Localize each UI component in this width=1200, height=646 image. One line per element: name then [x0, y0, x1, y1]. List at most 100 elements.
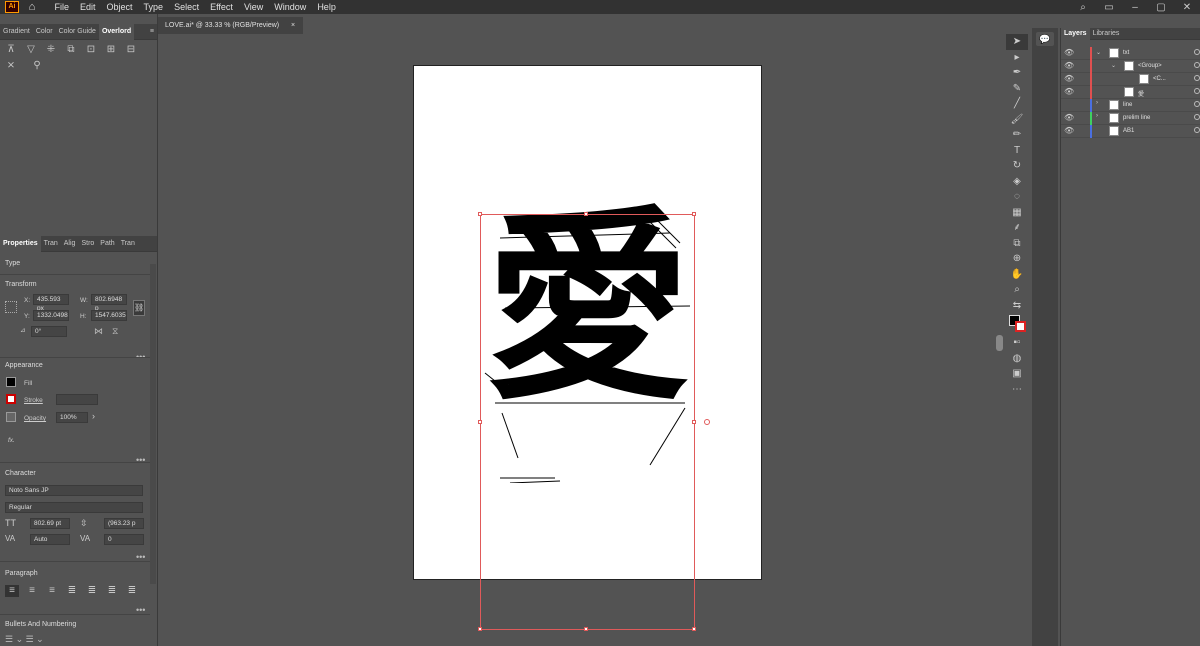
tab-pathfinder[interactable]: Path — [97, 240, 117, 247]
align-center-icon[interactable]: ≡ — [25, 585, 39, 597]
tab-properties[interactable]: Properties — [0, 235, 41, 252]
eraser-tool-icon[interactable]: ◈ — [1006, 174, 1028, 190]
zoom-tool-icon[interactable]: ⌕ — [1006, 282, 1028, 298]
chevron-right-icon[interactable]: › — [1096, 113, 1098, 119]
fill-swatch[interactable] — [6, 377, 16, 387]
gradient-tool-icon[interactable]: ▦ — [1006, 205, 1028, 221]
lasso-tool-icon[interactable]: ◌ — [1006, 189, 1028, 205]
hand-tool-icon[interactable]: ✋ — [1006, 267, 1028, 283]
tab-transparency[interactable]: Tran — [41, 240, 61, 247]
target-icon[interactable] — [1194, 114, 1200, 120]
leading-field[interactable]: (963.23 p — [104, 518, 144, 529]
selection-handle[interactable] — [478, 212, 482, 216]
menu-view[interactable]: View — [238, 2, 268, 12]
layer-row[interactable]: › line — [1061, 99, 1200, 112]
rotate-tool-icon[interactable]: ↻ — [1006, 158, 1028, 174]
bullets-list-icon[interactable]: ☰ ⌄ ☰ ⌄ — [5, 634, 44, 645]
chevron-right-icon[interactable]: › — [92, 411, 95, 421]
justify-left-icon[interactable]: ≣ — [65, 585, 79, 597]
tab-gradient[interactable]: Gradient — [0, 28, 33, 35]
tab-overlord[interactable]: Overlord — [98, 23, 135, 40]
direct-selection-tool-icon[interactable]: ▸ — [1006, 50, 1028, 66]
overlord-cross-icon[interactable]: ⨯ — [4, 60, 18, 72]
close-icon[interactable]: ✕ — [1174, 2, 1200, 13]
tab-stroke[interactable]: Stro — [78, 240, 97, 247]
opacity-label[interactable]: Opacity — [24, 415, 46, 422]
pen-tool-icon[interactable]: ✒ — [1006, 65, 1028, 81]
reference-point-icon[interactable] — [5, 301, 17, 313]
edit-toolbar-icon[interactable]: ⋯ — [1006, 382, 1028, 398]
properties-scrollbar[interactable] — [150, 264, 156, 584]
visibility-eye-icon[interactable]: 👁 — [1064, 87, 1074, 96]
selection-handle[interactable] — [478, 627, 482, 631]
tab-align[interactable]: Alig — [61, 240, 79, 247]
selection-handle[interactable] — [478, 420, 482, 424]
curvature-tool-icon[interactable]: ✎ — [1006, 81, 1028, 97]
target-icon[interactable] — [1194, 75, 1200, 81]
swap-colors-icon[interactable]: ⇆ — [1006, 298, 1028, 314]
overlord-link-icon[interactable]: ⧉ — [64, 44, 78, 56]
layer-row[interactable]: 👁 AB1 — [1061, 125, 1200, 138]
maximize-icon[interactable]: ▢ — [1148, 2, 1174, 13]
line-tool-icon[interactable]: ╱ — [1006, 96, 1028, 112]
angle-field[interactable]: 0° — [31, 326, 67, 337]
menu-effect[interactable]: Effect — [205, 2, 239, 12]
y-field[interactable]: 1332.0498 — [33, 310, 69, 321]
menu-type[interactable]: Type — [138, 2, 169, 12]
tab-layers[interactable]: Layers — [1061, 27, 1090, 40]
selection-handle[interactable] — [692, 627, 696, 631]
tab-color-guide[interactable]: Color Guide — [56, 28, 99, 35]
tab-color[interactable]: Color — [33, 28, 56, 35]
target-icon[interactable] — [1194, 127, 1200, 133]
tab-libraries[interactable]: Libraries — [1090, 30, 1123, 37]
eyedropper-tool-icon[interactable]: ⸙ — [1006, 220, 1028, 236]
target-icon[interactable] — [1194, 88, 1200, 94]
stroke-label[interactable]: Stroke — [24, 397, 43, 404]
screen-mode-icon[interactable]: ▣ — [1006, 366, 1028, 382]
text-overflow-handle[interactable] — [704, 419, 710, 425]
home-icon[interactable]: ⌂ — [25, 1, 39, 13]
layer-row[interactable]: 👁 ⌄ <Group> — [1061, 60, 1200, 73]
tracking-field[interactable]: 0 — [104, 534, 144, 545]
paintbrush-tool-icon[interactable]: 🖌 — [1006, 112, 1028, 128]
flip-horizontal-icon[interactable]: ⋈ — [94, 326, 103, 337]
menu-edit[interactable]: Edit — [75, 2, 102, 12]
layer-row[interactable]: 👁 ⌄ txt — [1061, 47, 1200, 60]
menu-help[interactable]: Help — [312, 2, 342, 12]
h-field[interactable]: 1547.6035 — [91, 310, 127, 321]
kerning-field[interactable]: Auto — [30, 534, 70, 545]
scrollbar-thumb[interactable] — [996, 335, 1003, 351]
font-family-select[interactable]: Noto Sans JP — [5, 485, 143, 496]
minimize-icon[interactable]: – — [1122, 2, 1148, 13]
panel-menu-icon[interactable]: ≡ — [147, 28, 157, 35]
justify-all-icon[interactable]: ≣ — [125, 585, 139, 597]
pencil-tool-icon[interactable]: ✏ — [1006, 127, 1028, 143]
target-icon[interactable] — [1194, 49, 1200, 55]
artboard-tool-icon[interactable]: ⊕ — [1006, 251, 1028, 267]
overlord-triangle-icon[interactable]: ⊼ — [4, 44, 18, 56]
overlord-pin-icon[interactable]: ⚲ — [30, 60, 44, 72]
selection-handle[interactable] — [584, 212, 588, 216]
overlord-add-icon[interactable]: ⊞ — [104, 44, 118, 56]
flip-vertical-icon[interactable]: ⧖ — [112, 326, 118, 337]
justify-right-icon[interactable]: ≣ — [105, 585, 119, 597]
layer-row[interactable]: 👁 <C... — [1061, 73, 1200, 86]
font-style-select[interactable]: Regular — [5, 502, 143, 513]
tab-transform[interactable]: Tran — [118, 240, 138, 247]
w-field[interactable]: 802.6948 p — [91, 294, 127, 312]
target-icon[interactable] — [1194, 62, 1200, 68]
opacity-field[interactable]: 100% — [56, 412, 88, 423]
layer-row[interactable]: 👁 › prelim line — [1061, 112, 1200, 125]
selection-handle[interactable] — [692, 420, 696, 424]
visibility-eye-icon[interactable]: 👁 — [1064, 61, 1074, 70]
chevron-down-icon[interactable]: ⌄ — [1111, 62, 1116, 69]
fx-button[interactable]: fx. — [8, 437, 15, 444]
selection-handle[interactable] — [584, 627, 588, 631]
stroke-weight-field[interactable] — [56, 394, 98, 405]
chevron-down-icon[interactable]: ⌄ — [1096, 49, 1101, 56]
menu-object[interactable]: Object — [101, 2, 138, 12]
overlord-triangle-down-icon[interactable]: ▽ — [24, 44, 38, 56]
vertical-scrollbar[interactable] — [995, 38, 1004, 646]
layer-row[interactable]: 👁 愛 — [1061, 86, 1200, 99]
menu-file[interactable]: File — [49, 2, 75, 12]
